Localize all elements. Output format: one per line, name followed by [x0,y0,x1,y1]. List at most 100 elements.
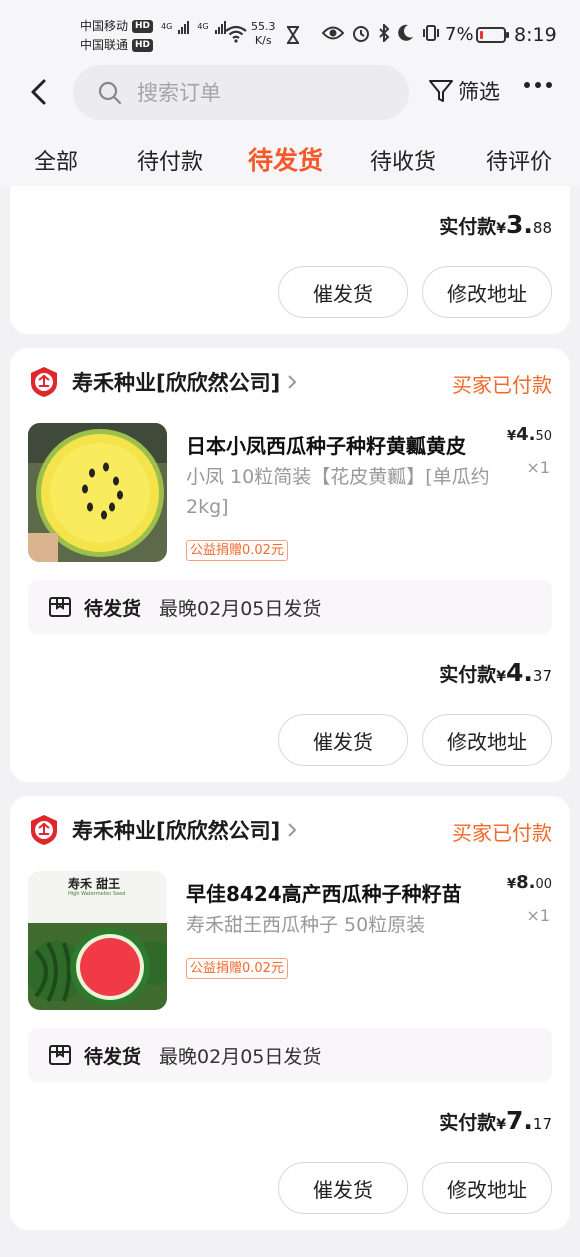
shipping-deadline: 最晚02月05日发货 [159,1045,322,1068]
currency: ¥ [507,877,517,892]
paid-label: 实付款 [439,1112,497,1134]
filter-icon [429,80,453,102]
modify-address-button[interactable]: 修改地址 [422,1162,552,1214]
paid-dec: 37 [532,667,552,685]
status-bar: 中国移动 HD 4G 4G 中国联通 HD 55.3 K/s 7% 8:19 [0,0,580,60]
package-brand-text: 寿禾 甜王 [68,877,121,891]
clock: 8:19 [514,24,557,46]
order-status: 买家已付款 [452,373,552,397]
product-quantity: ×1 [526,906,550,925]
tab-pending-review[interactable]: 待评价 [486,144,552,176]
battery-icon [476,27,509,43]
more-icon[interactable] [524,82,552,88]
price-int: 4. [516,424,536,445]
eye-icon [322,26,344,40]
product-spec: 寿禾甜王西瓜种子 50粒原装 [186,914,426,936]
tab-pending-shipment[interactable]: 待发货 [248,141,323,177]
product-title[interactable]: 早佳8424高产西瓜种子种籽苗 [186,878,496,907]
tab-all[interactable]: 全部 [34,144,78,176]
shop-name: 寿禾种业[欣欣然公司] [72,819,281,843]
net-speed: 55.3 K/s [251,20,276,48]
shop-logo-icon [31,367,57,397]
shipping-label: 待发货 [84,1045,142,1068]
search-icon [98,81,122,104]
shipping-box-icon [49,1045,71,1065]
paid-amount: 实付款¥4.37 [439,658,552,687]
yellow-watermelon-image [28,423,167,562]
net-speed-value: 55.3 [251,20,276,33]
hd-badge-2: HD [132,39,154,52]
product-price: ¥4.50 [507,424,552,445]
shipping-deadline: 最晚02月05日发货 [159,597,322,620]
filter-button[interactable]: 筛选 [428,76,500,106]
order-tabs: 全部 待付款 待发货 待收货 待评价 [0,128,580,186]
carrier-2: 中国联通 [80,38,129,52]
wifi-icon [225,25,247,43]
search-bar[interactable] [73,65,409,120]
search-input[interactable] [137,80,377,105]
modify-address-button[interactable]: 修改地址 [422,266,552,318]
currency: ¥ [507,429,517,444]
paid-dec: 17 [532,1115,552,1133]
order-status: 买家已付款 [452,821,552,845]
tab-pending-payment[interactable]: 待付款 [137,144,203,176]
paid-amount: 实付款¥7.17 [439,1106,552,1135]
price-dec: 00 [535,877,552,892]
paid-int: 3. [506,210,533,239]
shop-header[interactable]: 寿禾种业[欣欣然公司] [28,366,298,398]
paid-int: 4. [506,658,533,687]
product-title[interactable]: 日本小凤西瓜种子种籽黄瓤黄皮 [186,430,496,459]
bluetooth-icon [379,24,390,42]
charity-badge: 公益捐赠0.02元 [186,540,288,561]
modify-address-button[interactable]: 修改地址 [422,714,552,766]
chevron-right-icon [288,823,297,837]
shipping-box-icon [49,597,71,617]
moon-icon [398,24,413,41]
network-tag-2: 4G [197,22,209,31]
shop-header[interactable]: 寿禾种业[欣欣然公司] [28,814,298,846]
product-spec: 小凤 10粒简装【花皮黄瓤】[单瓜约2kg] [186,466,490,518]
charity-badge: 公益捐赠0.02元 [186,958,288,979]
shipping-label: 待发货 [84,597,142,620]
paid-amount: 实付款¥3.88 [439,210,552,239]
net-speed-unit: K/s [254,34,272,47]
back-arrow-icon[interactable] [24,76,56,108]
shop-logo-icon [31,815,57,845]
price-int: 8. [516,872,536,893]
currency: ¥ [496,669,506,685]
tab-pending-receipt[interactable]: 待收货 [370,144,436,176]
urge-shipment-button[interactable]: 催发货 [278,714,408,766]
hourglass-icon [287,26,299,44]
currency: ¥ [496,1117,506,1133]
paid-int: 7. [506,1106,533,1135]
shipping-info[interactable]: 待发货 最晚02月05日发货 [28,1028,552,1082]
system-icons [322,24,440,42]
price-dec: 50 [535,429,552,444]
paid-dec: 88 [532,219,552,237]
shipping-info[interactable]: 待发货 最晚02月05日发货 [28,580,552,634]
product-image[interactable]: 寿禾 甜王 High Watermelon Seed [28,871,167,1010]
product-price: ¥8.00 [507,872,552,893]
signal-icon-2 [214,20,226,34]
paid-label: 实付款 [439,664,497,686]
package-subtitle: High Watermelon Seed [68,891,126,897]
filter-label: 筛选 [458,80,500,104]
shop-name: 寿禾种业[欣欣然公司] [72,371,281,395]
network-tag: 4G [161,22,173,31]
battery-percent: 7% [445,24,474,45]
order-card: 寿禾种业[欣欣然公司] 买家已付款 日本小凤西瓜种子种籽黄瓤黄皮 小凤 10粒简… [10,348,570,782]
header: 筛选 [0,60,580,128]
product-image[interactable] [28,423,167,562]
signal-icon [178,20,190,34]
vibrate-icon [423,25,439,41]
product-quantity: ×1 [526,458,550,477]
carrier-1: 中国移动 [80,19,129,33]
hd-badge: HD [132,20,154,33]
paid-label: 实付款 [439,216,497,238]
chevron-right-icon [288,375,297,389]
urge-shipment-button[interactable]: 催发货 [278,266,408,318]
currency: ¥ [496,221,506,237]
urge-shipment-button[interactable]: 催发货 [278,1162,408,1214]
order-card: 寿禾种业[欣欣然公司] 买家已付款 寿禾 甜王 High Watermelon … [10,796,570,1230]
alarm-icon [353,26,369,42]
